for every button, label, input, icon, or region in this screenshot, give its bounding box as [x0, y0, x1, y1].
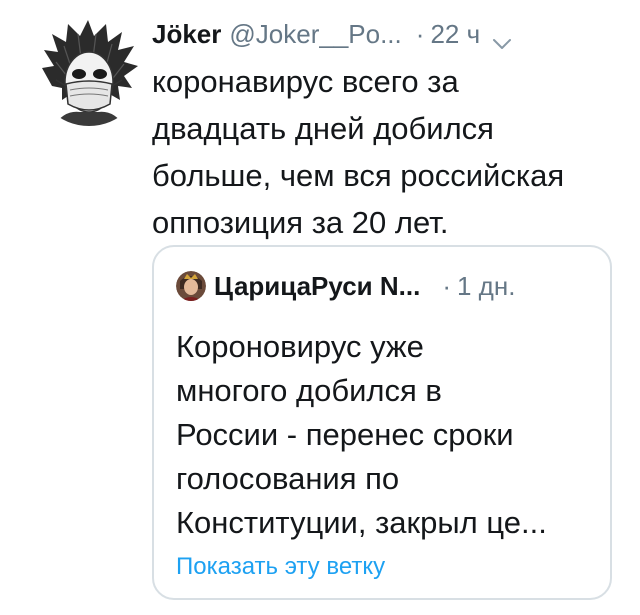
- author-avatar[interactable]: [34, 16, 144, 126]
- quote-author-avatar[interactable]: [176, 271, 206, 301]
- author-name[interactable]: Jöker: [152, 19, 221, 50]
- author-handle[interactable]: @Joker__Po...: [229, 19, 401, 50]
- separator-dot: ·: [415, 18, 425, 49]
- tweet-text-line: оппозиция за 20 лет.: [152, 205, 449, 240]
- quote-author-name[interactable]: ЦарицаРуси N...: [214, 271, 420, 302]
- quote-text-line: России - перенес сроки: [176, 417, 514, 452]
- quote-text-line: голосования по: [176, 461, 400, 496]
- tweet-text-line: больше, чем вся российская: [152, 158, 565, 193]
- tweet-timestamp[interactable]: 22 ч: [430, 19, 480, 50]
- tweet-text-line: двадцать дней добился: [152, 111, 494, 146]
- show-thread-link[interactable]: Показать эту ветку: [176, 553, 385, 581]
- tweet[interactable]: Jöker @Joker__Po... · 22 ч коронавирус в…: [0, 0, 640, 615]
- quote-text-line: многого добился в: [176, 373, 442, 408]
- quoted-tweet-header: ЦарицаРуси N... · 1 дн.: [176, 269, 596, 303]
- tweet-text: коронавирус всего за двадцать дней добил…: [152, 58, 622, 246]
- separator-dot: ·: [442, 270, 451, 301]
- quoted-tweet-card[interactable]: ЦарицаРуси N... · 1 дн. Короновирус уже …: [152, 245, 612, 600]
- quote-timestamp[interactable]: 1 дн.: [457, 271, 515, 302]
- chevron-down-icon[interactable]: [492, 27, 512, 49]
- quote-text-line: Конституции, закрыл це...: [176, 505, 547, 540]
- quoted-tweet-text: Короновирус уже многого добился в России…: [176, 325, 596, 545]
- tweet-header: Jöker @Joker__Po... · 22 ч: [152, 16, 624, 52]
- quote-text-line: Короновирус уже: [176, 329, 424, 364]
- tweet-text-line: коронавирус всего за: [152, 64, 459, 99]
